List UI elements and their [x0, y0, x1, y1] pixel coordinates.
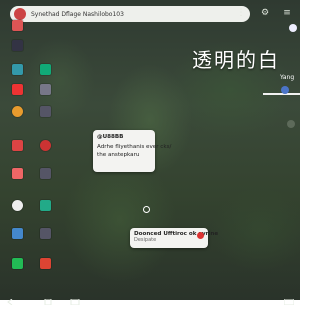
app-icon[interactable] — [40, 258, 51, 269]
app-icon[interactable] — [40, 200, 51, 211]
keyboard-icon[interactable] — [283, 290, 295, 306]
notification-sub: Desipate — [134, 237, 157, 243]
widget-line: Adrhe fliyethanis ever cks/ — [97, 144, 172, 150]
notification-card[interactable]: Doonced Ufftiroc ok ayrine Desipate — [130, 228, 218, 248]
app-icon[interactable] — [12, 64, 23, 75]
home-icon[interactable] — [43, 290, 53, 306]
back-icon[interactable] — [6, 290, 16, 306]
app-icon[interactable] — [12, 106, 23, 117]
search-text: Synethad Dflage Nashilobo103 — [31, 10, 124, 18]
app-icon[interactable] — [12, 20, 23, 31]
widget-heading: @U88BB — [97, 134, 124, 140]
app-icon[interactable] — [12, 168, 23, 179]
app-icon[interactable] — [12, 140, 23, 151]
divider-line — [263, 93, 300, 95]
more-icon[interactable]: ⋮ — [236, 8, 246, 18]
app-icon[interactable] — [12, 40, 23, 51]
app-icon[interactable] — [40, 64, 51, 75]
app-icon[interactable] — [12, 228, 23, 239]
top-bar: Synethad Dflage Nashilobo103 ⋮ ⚙ ≡ — [10, 6, 291, 28]
location-icon — [143, 206, 150, 213]
app-icon[interactable] — [281, 86, 289, 94]
app-icon — [14, 8, 26, 20]
wallpaper-title: 透明的白 — [192, 48, 280, 72]
app-icon[interactable] — [287, 120, 295, 128]
app-icon[interactable] — [40, 228, 51, 239]
app-icon[interactable] — [40, 168, 51, 179]
app-icon[interactable] — [12, 200, 23, 211]
settings-icon[interactable]: ⚙ — [260, 8, 270, 18]
app-icon[interactable] — [40, 106, 51, 117]
app-icon[interactable] — [12, 84, 23, 95]
menu-icon[interactable]: ≡ — [282, 8, 292, 18]
app-icon[interactable] — [12, 258, 23, 269]
wallpaper-label: Yang — [280, 74, 295, 81]
user-avatar-icon[interactable] — [289, 24, 297, 32]
badge-icon — [197, 232, 204, 239]
app-icon[interactable] — [40, 140, 51, 151]
recents-icon[interactable] — [70, 290, 80, 306]
search-bar[interactable]: Synethad Dflage Nashilobo103 — [10, 6, 250, 22]
widget-line: the anstepkaru — [97, 152, 140, 158]
app-icon[interactable] — [40, 84, 51, 95]
widget-card[interactable]: @U88BB Adrhe fliyethanis ever cks/ the a… — [93, 130, 172, 172]
